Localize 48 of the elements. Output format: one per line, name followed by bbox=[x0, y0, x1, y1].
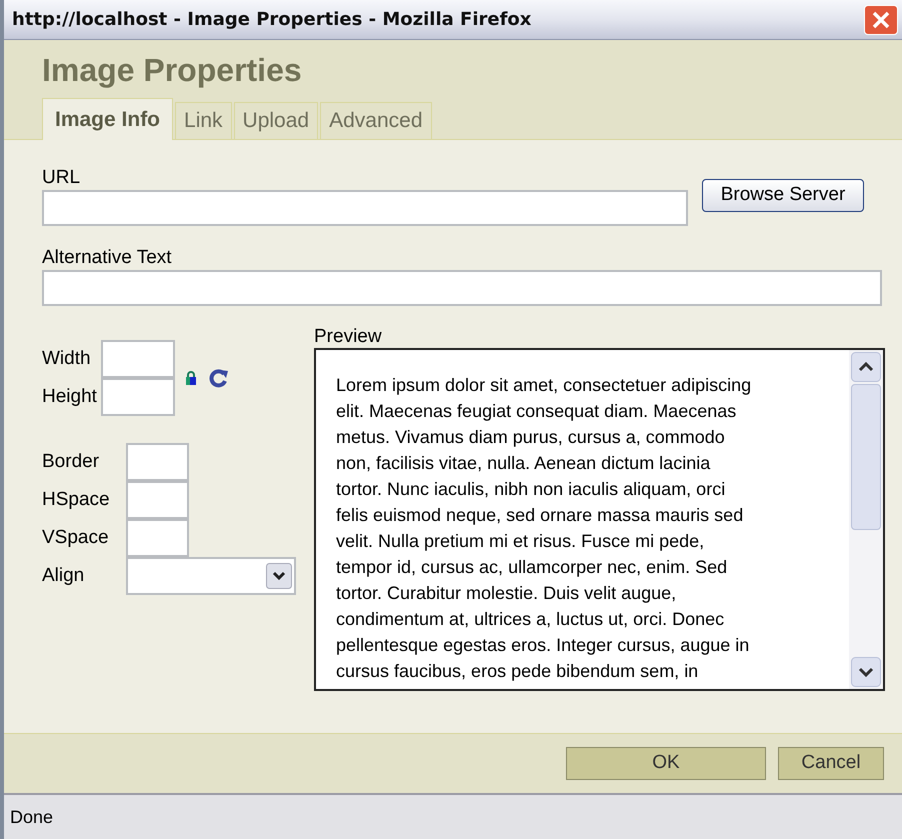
size-label: Height bbox=[42, 384, 97, 409]
size-field[interactable] bbox=[100, 340, 175, 378]
browse-server-button[interactable]: Browse Server bbox=[702, 179, 864, 212]
tab[interactable]: Advanced bbox=[320, 102, 432, 140]
dropdown-icon bbox=[266, 563, 292, 589]
preview-text-line: cursus faucibus, eros pede bibendum sem, in bbox=[336, 660, 700, 683]
field-label: HSpace bbox=[42, 488, 111, 512]
dialog-button[interactable]: OK bbox=[566, 747, 766, 780]
size-field[interactable] bbox=[100, 378, 175, 416]
window-title: http://localhost - Image Properties - Mozilla Firefox bbox=[12, 8, 532, 32]
refresh-icon[interactable] bbox=[208, 368, 229, 388]
preview-text-line: pellentesque egestas eros. Integer cursus, augue in bbox=[336, 634, 750, 657]
field-label: Border bbox=[42, 450, 100, 474]
layout-field[interactable] bbox=[126, 519, 189, 557]
tab[interactable]: Link bbox=[175, 102, 232, 140]
field-label: Align bbox=[42, 564, 86, 588]
preview-text-line: velit. Nulla pretium mi et risus. Fusce mi pede, bbox=[336, 530, 706, 553]
preview-text-line: Lorem ipsum dolor sit amet, consectetuer adipiscing bbox=[336, 374, 752, 397]
url-label: URL bbox=[42, 166, 82, 190]
scrollbar-thumb[interactable] bbox=[851, 384, 881, 530]
preview-text-line: metus. Vivamus diam purus, cursus a, commodo bbox=[336, 426, 726, 449]
align-select[interactable] bbox=[126, 557, 296, 595]
preview-text-line: tortor. Nunc iaculis, nibh non iaculis aliquam, orci bbox=[336, 478, 726, 501]
dialog-button[interactable]: Cancel bbox=[778, 747, 884, 780]
preview-text-line: tortor. Curabitur molestie. Duis velit augue, bbox=[336, 582, 678, 605]
field-label: VSpace bbox=[42, 526, 110, 550]
layout-field[interactable] bbox=[126, 443, 189, 481]
scroll-up-button[interactable] bbox=[851, 352, 881, 382]
close-icon bbox=[871, 10, 891, 30]
tab[interactable]: Upload bbox=[234, 102, 318, 140]
preview-text-line: non, facilisis vitae, nulla. Aenean dictum lacinia bbox=[336, 452, 712, 475]
dialog-title: Image Properties bbox=[42, 51, 303, 90]
size-label: Width bbox=[42, 346, 92, 371]
preview-text-line: tempor id, cursus ac, ullamcorper nec, enim. Sed bbox=[336, 556, 728, 579]
preview-text-line: elit. Maecenas feugiat consequat diam. Maecenas bbox=[336, 400, 738, 423]
url-field[interactable] bbox=[42, 190, 688, 226]
status-text: Done bbox=[10, 806, 54, 828]
scroll-down-button[interactable] bbox=[851, 657, 881, 687]
alternative-text-field[interactable] bbox=[42, 270, 882, 306]
close-button[interactable] bbox=[864, 4, 898, 34]
alternative-text-label: Alternative Text bbox=[42, 246, 173, 270]
preview-text-line: condimentum at, ultrices a, luctus ut, orci. Donec bbox=[336, 608, 726, 631]
preview-label: Preview bbox=[314, 326, 383, 348]
layout-field[interactable] bbox=[126, 481, 189, 519]
scrollbar[interactable] bbox=[849, 350, 883, 689]
lock-icon bbox=[184, 371, 197, 385]
preview-text-line: felis euismod neque, sed ornare massa mauris sed bbox=[336, 504, 744, 527]
tab[interactable]: Image Info bbox=[42, 98, 174, 140]
